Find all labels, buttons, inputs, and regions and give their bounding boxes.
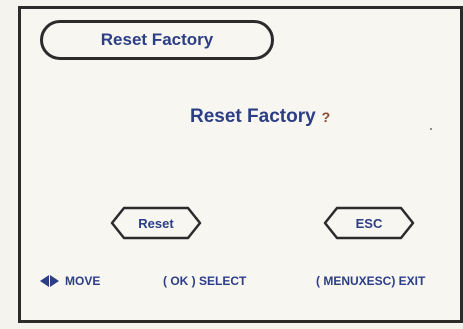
select-hint: ( OK ) SELECT: [163, 274, 247, 288]
reset-button-label: Reset: [138, 215, 174, 231]
reset-prompt-text: Reset Factory: [190, 106, 316, 127]
move-hint-label: MOVE: [65, 274, 101, 288]
move-hint: MOVE: [40, 274, 100, 288]
esc-button-label: ESC: [355, 215, 383, 231]
arrow-left-icon: [40, 275, 49, 287]
menu-title: Reset Factory: [40, 20, 274, 60]
menu-title-label: Reset Factory: [100, 30, 214, 49]
exit-hint: ( MENUXESC) EXIT: [316, 274, 426, 288]
reset-prompt: Reset Factory?: [190, 106, 330, 128]
esc-button[interactable]: ESC: [323, 206, 415, 240]
reset-button[interactable]: Reset: [110, 206, 202, 240]
footer-hints: MOVE ( OK ) SELECT ( MENUXESC) EXIT: [0, 274, 463, 296]
arrow-right-icon: [50, 275, 59, 287]
noise-speck: [430, 128, 432, 130]
question-mark: ?: [321, 109, 331, 125]
